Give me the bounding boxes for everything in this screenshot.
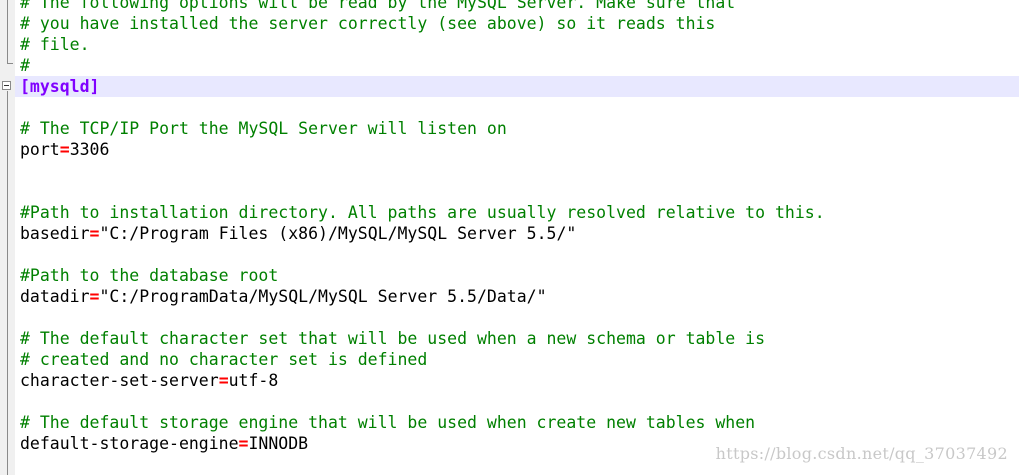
comment-line: # The following options will be read by … [20,0,736,12]
equals-operator: = [218,371,229,390]
setting-key: default-storage-engine [20,434,239,453]
fold-gutter [0,0,15,475]
setting-value: "C:/ProgramData/MySQL/MySQL Server 5.5/D… [99,287,547,306]
setting-value: utf-8 [228,371,279,390]
fold-line-lower [7,91,8,475]
fold-collapse-icon[interactable] [2,81,11,90]
setting-key: datadir [20,287,90,306]
comment-line: # The default character set that will be… [20,329,766,348]
setting-key: port [20,140,60,159]
setting-line-basedir: basedir="C:/Program Files (x86)/MySQL/My… [20,223,1019,244]
setting-line-port: port=3306 [20,139,1019,160]
setting-value: INNODB [248,434,309,453]
comment-line: #Path to the database root [20,266,279,285]
comment-line: # The TCP/IP Port the MySQL Server will … [20,119,507,138]
code-area[interactable]: # The following options will be read by … [15,0,1019,454]
comment-line: # The default storage engine that will b… [20,413,756,432]
setting-key: character-set-server [20,371,219,390]
comment-line: # [20,56,30,75]
fold-end-marker [7,63,13,64]
comment-line: # created and no character set is define… [20,350,428,369]
setting-key: basedir [20,224,90,243]
equals-operator: = [59,140,70,159]
fold-line-upper [7,0,8,63]
equals-operator: = [89,224,100,243]
comment-line: # file. [20,35,90,54]
code-editor[interactable]: # The following options will be read by … [0,0,1019,475]
section-header: [mysqld] [20,77,100,96]
watermark-text: https://blog.csdn.net/qq_37037492 [715,444,1008,463]
equals-operator: = [89,287,100,306]
section-header-line: [mysqld] [15,76,1019,97]
equals-operator: = [238,434,249,453]
setting-value: "C:/Program Files (x86)/MySQL/MySQL Serv… [99,224,577,243]
setting-line-datadir: datadir="C:/ProgramData/MySQL/MySQL Serv… [20,286,1019,307]
comment-line: #Path to installation directory. All pat… [20,203,825,222]
setting-value: 3306 [69,140,110,159]
setting-line-character-set: character-set-server=utf-8 [20,370,1019,391]
comment-line: # you have installed the server correctl… [20,14,716,33]
